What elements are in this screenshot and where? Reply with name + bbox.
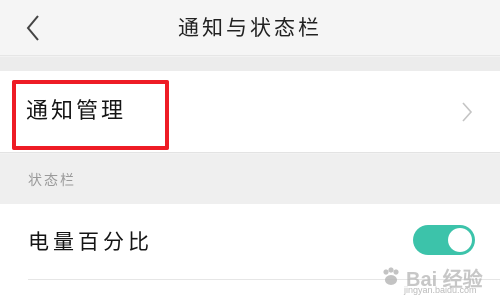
battery-percentage-label: 电量百分比	[28, 230, 153, 254]
section-spacer	[0, 57, 500, 71]
status-bar-section-label: 状态栏	[28, 173, 76, 189]
chevron-right-icon	[462, 102, 473, 122]
top-bar: 通知与状态栏	[0, 0, 500, 56]
toggle-knob	[448, 228, 472, 252]
highlight-annotation-box	[12, 80, 169, 150]
watermark-subtext: jingyan.baidu.com	[404, 285, 477, 295]
baidu-paw-icon	[383, 267, 399, 285]
battery-percentage-toggle[interactable]	[413, 225, 475, 255]
page-title: 通知与状态栏	[178, 16, 322, 40]
status-bar-section-header: 状态栏	[0, 154, 500, 204]
